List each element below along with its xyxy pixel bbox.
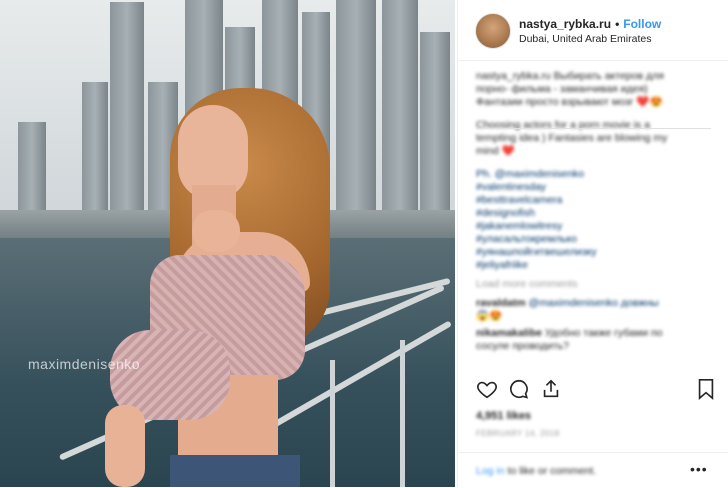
jeans [170, 455, 300, 487]
divider [476, 128, 711, 129]
login-text: to like or comment. [507, 465, 597, 477]
follow-button[interactable]: Follow [623, 17, 661, 31]
comment-text: @maximdenisenko довжны [528, 297, 659, 309]
bookmark-icon[interactable] [696, 378, 720, 402]
post-photo[interactable]: maximdenisenko [0, 0, 455, 487]
likes-count[interactable]: 4,951 likes [476, 410, 531, 422]
load-more-comments[interactable]: Load more comments [476, 278, 716, 291]
share-icon[interactable] [540, 378, 564, 402]
caption-line: mind ❤️ [476, 145, 515, 157]
comment-item: ravaldatm @maximdenisenko довжны [476, 297, 716, 310]
hashtag-link[interactable]: #уласальтокремлько [476, 233, 716, 246]
comment-text: Удобно также губами по [544, 327, 663, 339]
post-header: nastya_rybka.ru • Follow Dubai, United Ara… [458, 0, 728, 61]
comment-icon[interactable] [508, 378, 532, 402]
post-date: FEBRUARY 14, 2018 [476, 429, 560, 438]
skyscraper [382, 0, 418, 232]
hashtag-link[interactable]: #designofish [476, 207, 716, 220]
username-link[interactable]: nastya_rybka.ru [519, 17, 611, 31]
photo-credit[interactable]: Ph. @maximdenisenko [476, 168, 716, 181]
railing-post [330, 360, 335, 487]
login-prompt: Log in to like or comment. [476, 465, 596, 477]
comments-list: nastya_rybka.ru Выбирать актеров для пор… [476, 70, 716, 353]
heart-icon[interactable] [476, 378, 500, 402]
comment-author[interactable]: ravaldatm [476, 297, 526, 309]
hashtag-link[interactable]: #jeliyafriike [476, 259, 716, 272]
separator-dot: • [615, 17, 620, 31]
caption-line: nastya_rybka.ru Выбирать актеров для [476, 70, 664, 82]
comment-item: nikamakalibe Удобно также губами по [476, 327, 716, 340]
post-footer: Log in to like or comment. ••• [458, 452, 728, 488]
comment-text-cont: сосуле проводить? [476, 340, 569, 352]
more-options-icon[interactable]: ••• [690, 461, 708, 477]
skyscraper [420, 32, 450, 232]
action-bar [476, 378, 716, 404]
hand [192, 210, 240, 252]
skyscraper [110, 2, 144, 232]
comment-author[interactable]: nikamakalibe [476, 327, 542, 339]
caption-line: Choosing actors for a porn movie is a [476, 119, 650, 131]
railing-post [400, 340, 405, 487]
login-link[interactable]: Log in [476, 465, 505, 477]
caption-line: tempting idea ) Fantasies are blowing my [476, 132, 668, 144]
caption-line: Фантазии просто взрывают мозг ❤️😍 [476, 96, 663, 108]
hashtag-link[interactable]: #jakanemlowitresy [476, 220, 716, 233]
comment-emoji: 😱😍 [476, 310, 503, 322]
hashtag-link[interactable]: #besttravelcamera [476, 194, 716, 207]
skyscraper [336, 0, 376, 232]
post-panel: nastya_rybka.ru • Follow Dubai, United Ara… [457, 0, 728, 487]
hashtag-link[interactable]: #уянашпойгитвешелизку [476, 246, 716, 259]
location-link[interactable]: Dubai, United Arab Emirates [519, 33, 651, 45]
caption-line: порно- фильма - заманчивая идея) [476, 83, 648, 95]
avatar[interactable] [475, 13, 511, 49]
forearm [105, 405, 145, 487]
post-author: nastya_rybka.ru • Follow [519, 17, 661, 31]
hashtag-link[interactable]: #valentinesday [476, 181, 716, 194]
photo-watermark: maximdenisenko [28, 356, 141, 372]
